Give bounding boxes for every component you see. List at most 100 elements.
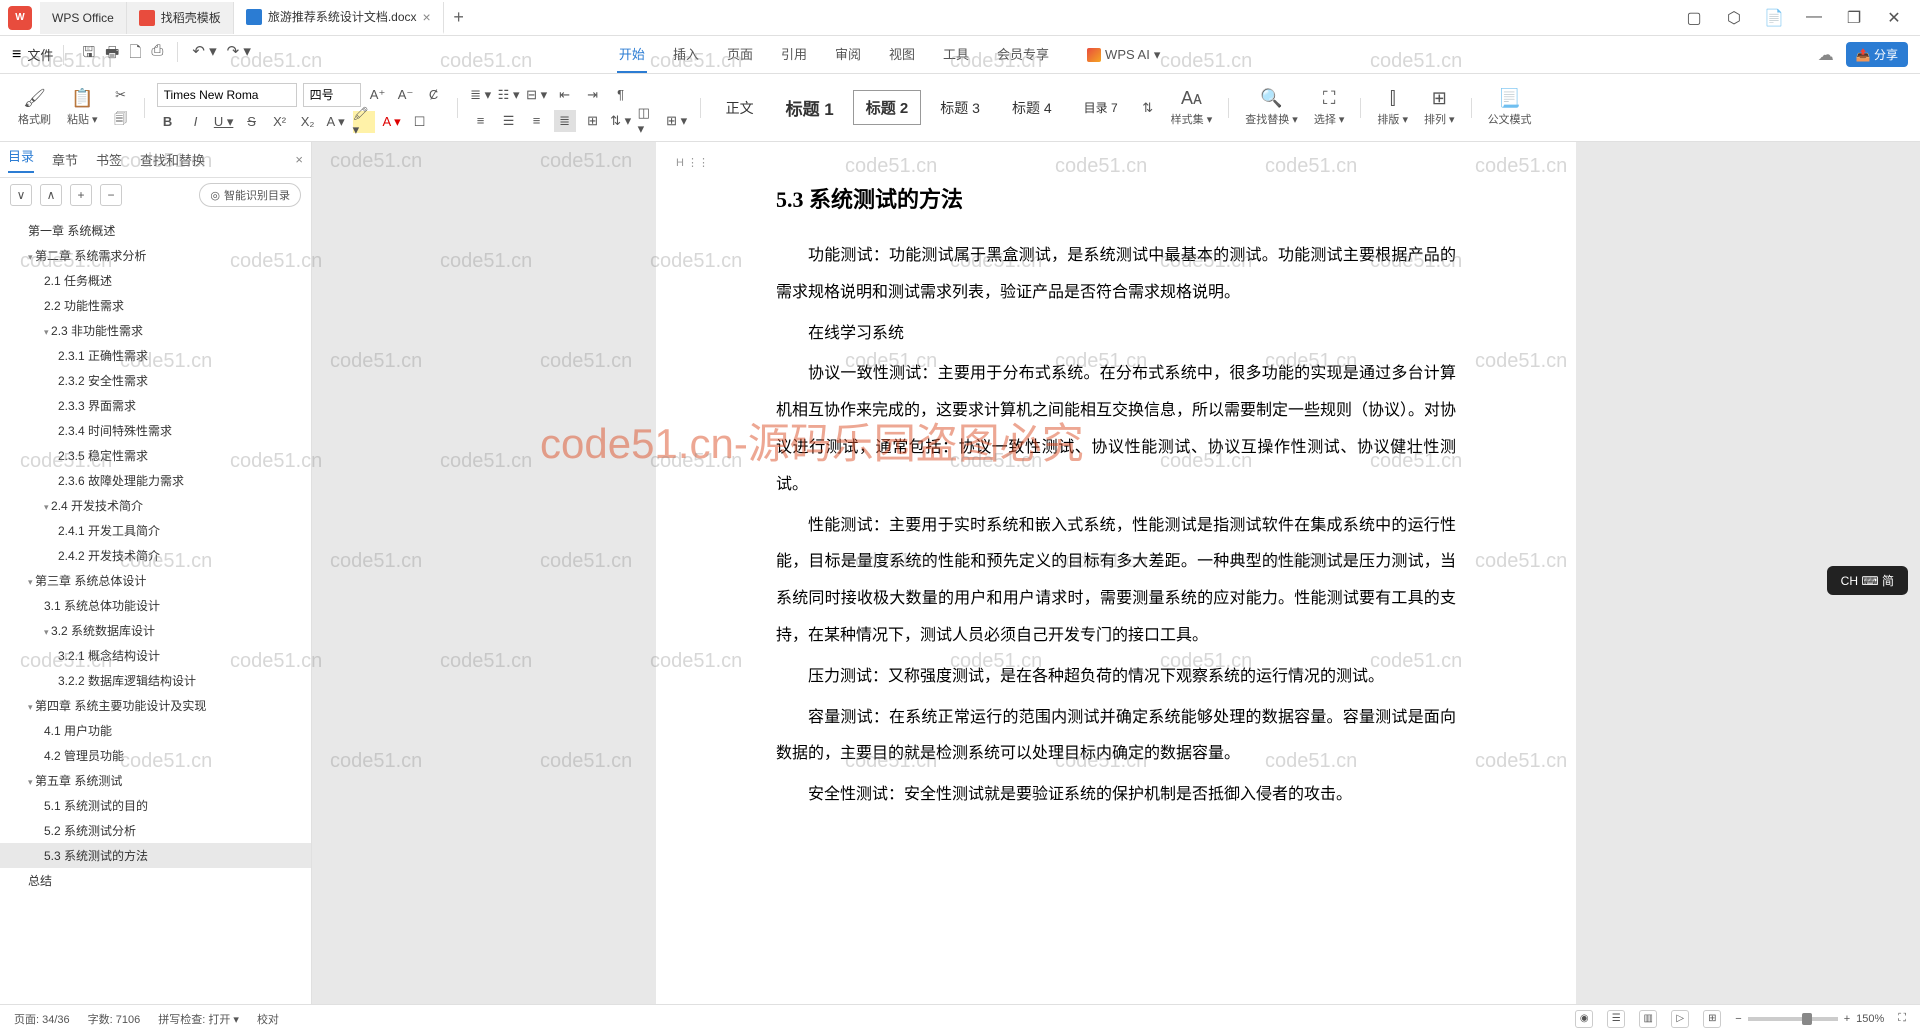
- document-tab[interactable]: 旅游推荐系统设计文档.docx×: [234, 2, 444, 34]
- view-mode-2-icon[interactable]: ☰: [1607, 1010, 1625, 1028]
- view-mode-3-icon[interactable]: ▥: [1639, 1010, 1657, 1028]
- tab-page[interactable]: 页面: [725, 36, 755, 73]
- bullet-list-icon[interactable]: ≣ ▾: [470, 84, 492, 106]
- outline-item[interactable]: 5.2 系统测试分析: [0, 818, 311, 843]
- bold-button[interactable]: B: [157, 111, 179, 133]
- select-button[interactable]: ⛶选择 ▾: [1310, 88, 1349, 127]
- status-page[interactable]: 页面: 34/36: [14, 1011, 70, 1027]
- strike-button[interactable]: S: [241, 111, 263, 133]
- style-toc[interactable]: 目录 7: [1071, 92, 1131, 123]
- zoom-out-icon[interactable]: −: [1735, 1013, 1741, 1025]
- tab-tools[interactable]: 工具: [941, 36, 971, 73]
- layout-button[interactable]: ⫿排版 ▾: [1373, 88, 1412, 127]
- outline-item[interactable]: 总结: [0, 868, 311, 893]
- ime-indicator[interactable]: CH ⌨ 简: [1827, 566, 1908, 595]
- outline-item[interactable]: 2.4 开发技术简介: [0, 493, 311, 518]
- style-body[interactable]: 正文: [713, 91, 767, 125]
- status-words[interactable]: 字数: 7106: [88, 1011, 141, 1027]
- outline-item[interactable]: 5.3 系统测试的方法: [0, 843, 311, 868]
- template-tab[interactable]: 找稻壳模板: [127, 2, 234, 34]
- align-left-icon[interactable]: ≡: [470, 110, 492, 132]
- zoom-in-icon[interactable]: +: [1844, 1013, 1850, 1025]
- superscript-button[interactable]: X²: [269, 111, 291, 133]
- print-icon[interactable]: 🖶: [105, 42, 119, 67]
- outline-item[interactable]: 3.2.2 数据库逻辑结构设计: [0, 668, 311, 693]
- align-center-icon[interactable]: ☰: [498, 110, 520, 132]
- save-icon[interactable]: 🖫: [82, 42, 95, 67]
- panel-close-icon[interactable]: ×: [295, 152, 303, 167]
- outline-item[interactable]: 5.1 系统测试的目的: [0, 793, 311, 818]
- style-h2[interactable]: 标题 2: [853, 90, 922, 125]
- add-heading-icon[interactable]: +: [70, 184, 92, 206]
- align-right-icon[interactable]: ≡: [526, 110, 548, 132]
- panel-tab-chapter[interactable]: 章节: [52, 150, 78, 169]
- shading-icon[interactable]: ◫ ▾: [638, 110, 660, 132]
- outline-item[interactable]: 2.4.1 开发工具简介: [0, 518, 311, 543]
- outline-item[interactable]: 第四章 系统主要功能设计及实现: [0, 693, 311, 718]
- status-proof[interactable]: 校对: [257, 1011, 279, 1027]
- highlight-button[interactable]: 🖍 ▾: [353, 111, 375, 133]
- panel-tab-find[interactable]: 查找和替换: [140, 150, 205, 169]
- number-list-icon[interactable]: ☷ ▾: [498, 84, 520, 106]
- find-replace-button[interactable]: 🔍查找替换 ▾: [1241, 88, 1302, 127]
- distribute-icon[interactable]: ⊞: [582, 110, 604, 132]
- hamburger-icon[interactable]: ≡: [12, 46, 21, 64]
- style-h3[interactable]: 标题 3: [927, 91, 993, 125]
- clear-format-icon[interactable]: Ȼ: [423, 84, 445, 106]
- decrease-indent-icon[interactable]: ⇤: [554, 84, 576, 106]
- outline-item[interactable]: 3.1 系统总体功能设计: [0, 593, 311, 618]
- styles-more-icon[interactable]: ⇅: [1137, 97, 1159, 119]
- multilevel-list-icon[interactable]: ⊟ ▾: [526, 84, 548, 106]
- document-area[interactable]: H ⋮⋮ 5.3 系统测试的方法 功能测试：功能测试属于黑盒测试，是系统测试中最…: [312, 142, 1920, 1030]
- undo-icon[interactable]: ↶ ▾: [192, 42, 216, 67]
- font-family-select[interactable]: [157, 83, 297, 107]
- app-name-tab[interactable]: WPS Office: [40, 2, 127, 34]
- underline-button[interactable]: U ▾: [213, 111, 235, 133]
- style-h1[interactable]: 标题 1: [773, 88, 847, 127]
- file-menu[interactable]: 文件: [27, 45, 53, 64]
- status-spellcheck[interactable]: 拼写检查: 打开 ▾: [158, 1011, 239, 1027]
- outline-item[interactable]: 第五章 系统测试: [0, 768, 311, 793]
- view-mode-5-icon[interactable]: ⊞: [1703, 1010, 1721, 1028]
- outline-item[interactable]: 3.2.1 概念结构设计: [0, 643, 311, 668]
- tab-insert[interactable]: 插入: [671, 36, 701, 73]
- remove-heading-icon[interactable]: −: [100, 184, 122, 206]
- view-mode-4-icon[interactable]: ▷: [1671, 1010, 1689, 1028]
- copy-icon[interactable]: 🗐: [110, 110, 132, 132]
- win-icon[interactable]: ▢: [1684, 8, 1704, 28]
- wps-ai-button[interactable]: WPS AI ▾: [1087, 47, 1160, 63]
- maximize-icon[interactable]: ❐: [1844, 8, 1864, 28]
- outline-item[interactable]: 2.3 非功能性需求: [0, 318, 311, 343]
- style-h4[interactable]: 标题 4: [999, 91, 1065, 125]
- outline-item[interactable]: 3.2 系统数据库设计: [0, 618, 311, 643]
- view-mode-1-icon[interactable]: ◉: [1575, 1010, 1593, 1028]
- cube-icon[interactable]: ⬡: [1724, 8, 1744, 28]
- outline-item[interactable]: 2.4.2 开发技术简介: [0, 543, 311, 568]
- arrange-button[interactable]: ⊞排列 ▾: [1420, 88, 1459, 127]
- smart-toc-button[interactable]: ◎ 智能识别目录: [199, 183, 301, 207]
- increase-font-icon[interactable]: A⁺: [367, 84, 389, 106]
- tab-start[interactable]: 开始: [617, 36, 647, 73]
- decrease-font-icon[interactable]: A⁻: [395, 84, 417, 106]
- subscript-button[interactable]: X₂: [297, 111, 319, 133]
- outline-item[interactable]: 第二章 系统需求分析: [0, 243, 311, 268]
- outline-item[interactable]: 2.3.2 安全性需求: [0, 368, 311, 393]
- borders-icon[interactable]: ⊞ ▾: [666, 110, 688, 132]
- redo-icon[interactable]: ↷ ▾: [227, 42, 251, 67]
- outline-item[interactable]: 第三章 系统总体设计: [0, 568, 311, 593]
- paste-button[interactable]: 📋粘贴 ▾: [63, 88, 102, 127]
- align-justify-icon[interactable]: ≣: [554, 110, 576, 132]
- zoom-level[interactable]: 150%: [1856, 1013, 1884, 1025]
- close-window-icon[interactable]: ✕: [1884, 8, 1904, 28]
- outline-item[interactable]: 2.3.5 稳定性需求: [0, 443, 311, 468]
- font-size-select[interactable]: [303, 83, 361, 107]
- panel-tab-bookmark[interactable]: 书签: [96, 150, 122, 169]
- format-painter[interactable]: 🖌格式刷: [14, 88, 55, 127]
- italic-button[interactable]: I: [185, 111, 207, 133]
- outline-item[interactable]: 第一章 系统概述: [0, 218, 311, 243]
- outline-item[interactable]: 4.2 管理员功能: [0, 743, 311, 768]
- text-effects-button[interactable]: A ▾: [325, 111, 347, 133]
- minimize-icon[interactable]: —: [1804, 8, 1824, 28]
- official-mode-button[interactable]: 📃公文模式: [1484, 88, 1536, 127]
- note-icon[interactable]: 📄: [1764, 8, 1784, 28]
